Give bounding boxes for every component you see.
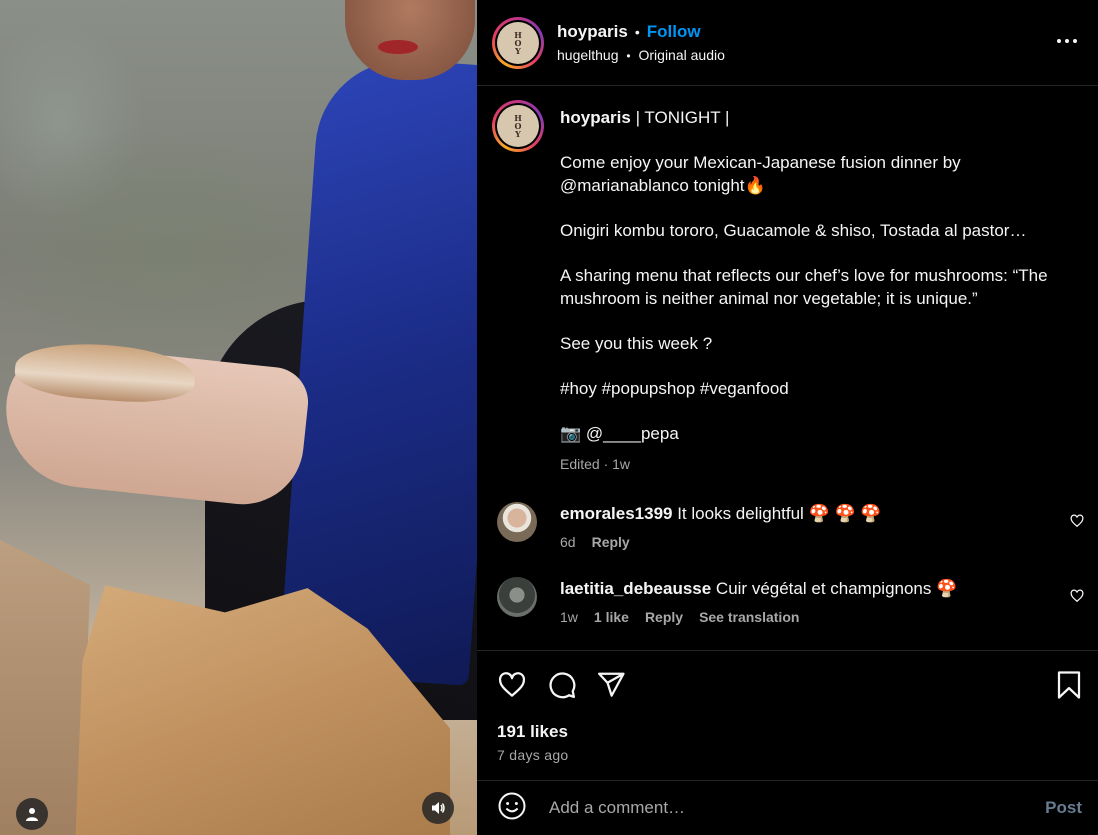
bookmark-icon (1057, 671, 1081, 699)
separator-dot: • (626, 49, 631, 63)
post-comment-button[interactable]: Post (1045, 798, 1082, 818)
caption-paragraph: A sharing menu that reflects our chef’s … (560, 266, 1048, 308)
original-audio-link[interactable]: Original audio (639, 47, 725, 63)
share-button[interactable] (596, 670, 626, 705)
speaker-icon (432, 802, 445, 814)
user-icon (26, 808, 38, 821)
paper-plane-icon (598, 672, 625, 697)
comment: emorales1399 It looks delightful 🍄 🍄 🍄 6… (492, 502, 1098, 550)
see-translation-button[interactable]: See translation (699, 609, 799, 625)
author-avatar[interactable]: HOY (492, 16, 544, 69)
comment-likes-link[interactable]: 1 like (594, 609, 629, 625)
more-options-button[interactable] (1056, 30, 1078, 57)
comment-time: 1w (560, 609, 578, 625)
post-side-panel: HOY hoyparis • Follow hugelthug • Origin… (477, 0, 1098, 835)
caption-author-avatar[interactable]: HOY (492, 100, 544, 152)
comment-bubble-icon (549, 672, 576, 699)
audio-credit[interactable]: hugelthug (557, 47, 619, 63)
comment-username[interactable]: laetitia_debeausse (560, 579, 711, 598)
heart-icon (1070, 589, 1084, 603)
caption-author-username[interactable]: hoyparis (560, 108, 631, 127)
comment-time: 6d (560, 534, 576, 550)
comment: laetitia_debeausse Cuir végétal et champ… (492, 577, 1098, 625)
comment-button[interactable] (547, 670, 577, 705)
comments-scroll-area[interactable]: HOY hoyparis | TONIGHT | Come enjoy your… (477, 86, 1098, 650)
caption: HOY hoyparis | TONIGHT | Come enjoy your… (492, 86, 1098, 476)
caption-headline: | TONIGHT | (630, 108, 730, 127)
comment-text: It looks delightful 🍄 🍄 🍄 (672, 504, 882, 523)
likes-count[interactable]: 191 likes (497, 722, 568, 742)
separator-dot: • (634, 24, 640, 40)
comment-like-button[interactable] (1070, 589, 1084, 608)
emoji-button[interactable] (497, 791, 527, 826)
post-header: HOY hoyparis • Follow hugelthug • Origin… (477, 0, 1098, 86)
comment-text: Cuir végétal et champignons 🍄 (711, 579, 958, 598)
save-button[interactable] (1055, 670, 1083, 705)
comment-username[interactable]: emorales1399 (560, 504, 672, 523)
follow-button[interactable]: Follow (647, 22, 701, 42)
reply-button[interactable]: Reply (645, 609, 683, 625)
more-horizontal-icon (1057, 39, 1077, 43)
tagged-users-button[interactable] (16, 798, 48, 830)
emoji-smile-icon (498, 792, 526, 819)
hoy-logo: HOY (497, 105, 539, 147)
author-username[interactable]: hoyparis (557, 22, 628, 42)
caption-hashtags[interactable]: #hoy #popupshop #veganfood (560, 377, 1080, 400)
caption-meta: Edited · 1w (560, 456, 631, 472)
hoy-logo: HOY (497, 21, 539, 64)
add-comment-bar: Post (477, 780, 1098, 835)
caption-photo-credit[interactable]: 📷 @____pepa (560, 422, 1080, 445)
like-button[interactable] (497, 670, 527, 705)
post-actions: 191 likes 7 days ago (477, 650, 1098, 780)
commenter-avatar[interactable] (497, 577, 537, 617)
video-person-lips (378, 40, 418, 54)
caption-paragraph: See you this week ? (560, 334, 713, 353)
audio-toggle-button[interactable] (422, 792, 454, 824)
heart-icon (1070, 514, 1084, 528)
post-age: 7 days ago (497, 747, 569, 763)
post-video[interactable] (0, 0, 477, 835)
reply-button[interactable]: Reply (592, 534, 630, 550)
comment-like-button[interactable] (1070, 514, 1084, 533)
heart-icon (498, 672, 526, 697)
commenter-avatar[interactable] (497, 502, 537, 542)
caption-paragraph: Onigiri kombu tororo, Guacamole & shiso,… (560, 221, 1027, 240)
comment-input[interactable] (549, 798, 1009, 818)
caption-paragraph: Come enjoy your Mexican-Japanese fusion … (560, 153, 961, 195)
paper-bag-left (0, 540, 90, 835)
